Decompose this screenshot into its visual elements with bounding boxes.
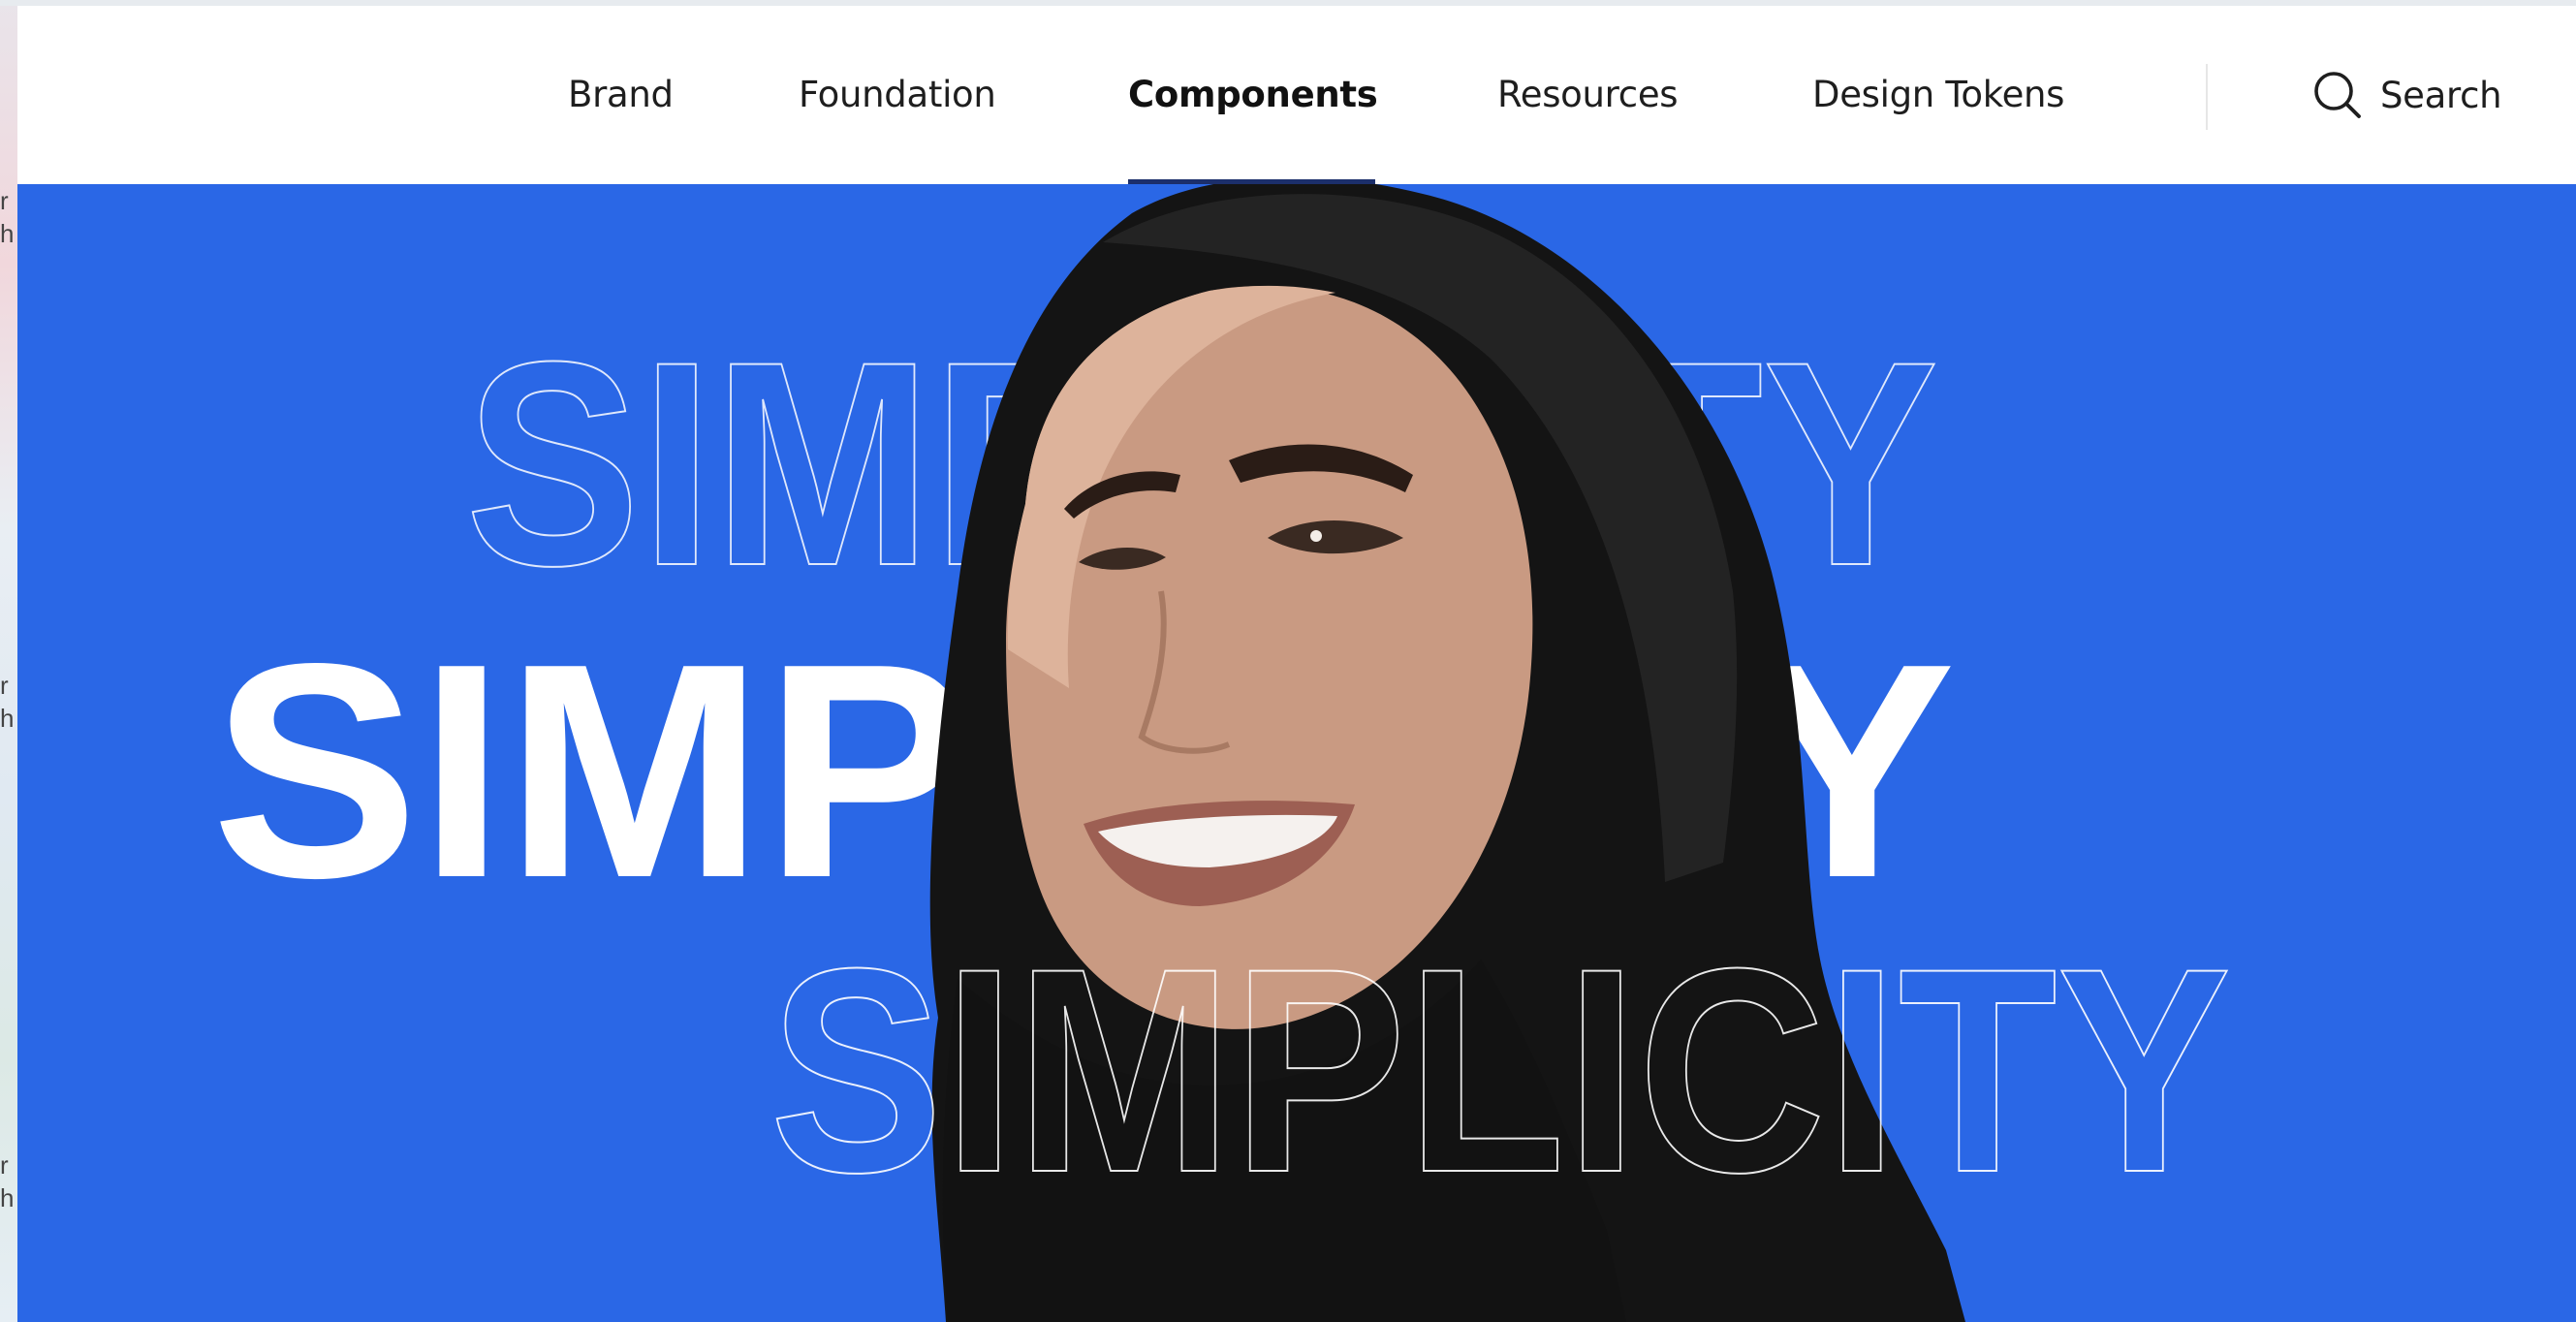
background-text-fragment: rh [0, 1150, 15, 1212]
nav-item-brand[interactable]: Brand [568, 74, 674, 115]
background-text-fragment: rh [0, 671, 15, 733]
browser-window: Brand Foundation Components Resources De… [17, 6, 2576, 1322]
background-text-fragment: rh [0, 186, 15, 248]
hero-banner: SIMPLICITY SIMPLICITY [17, 184, 2576, 1322]
background-window-strip: rh rh rh [0, 0, 17, 1322]
nav-item-foundation[interactable]: Foundation [799, 74, 996, 115]
search-label: Search [2380, 74, 2502, 116]
page: rh rh rh Brand Foundation Components Res… [0, 0, 2576, 1322]
nav-item-components[interactable]: Components [1128, 74, 1378, 115]
search-icon [2310, 68, 2365, 122]
hero-word-bottom-outline: SIMPLICITY [770, 907, 2231, 1233]
search-button[interactable]: Search [2310, 60, 2502, 130]
nav-item-design-tokens[interactable]: Design Tokens [1812, 74, 2064, 115]
nav-divider [2206, 64, 2208, 130]
nav-item-resources[interactable]: Resources [1497, 74, 1679, 115]
top-navigation-bar: Brand Foundation Components Resources De… [17, 6, 2576, 184]
hero-artwork: SIMPLICITY SIMPLICITY [211, 184, 2232, 1322]
nav-menu: Brand Foundation Components Resources De… [17, 6, 2576, 184]
